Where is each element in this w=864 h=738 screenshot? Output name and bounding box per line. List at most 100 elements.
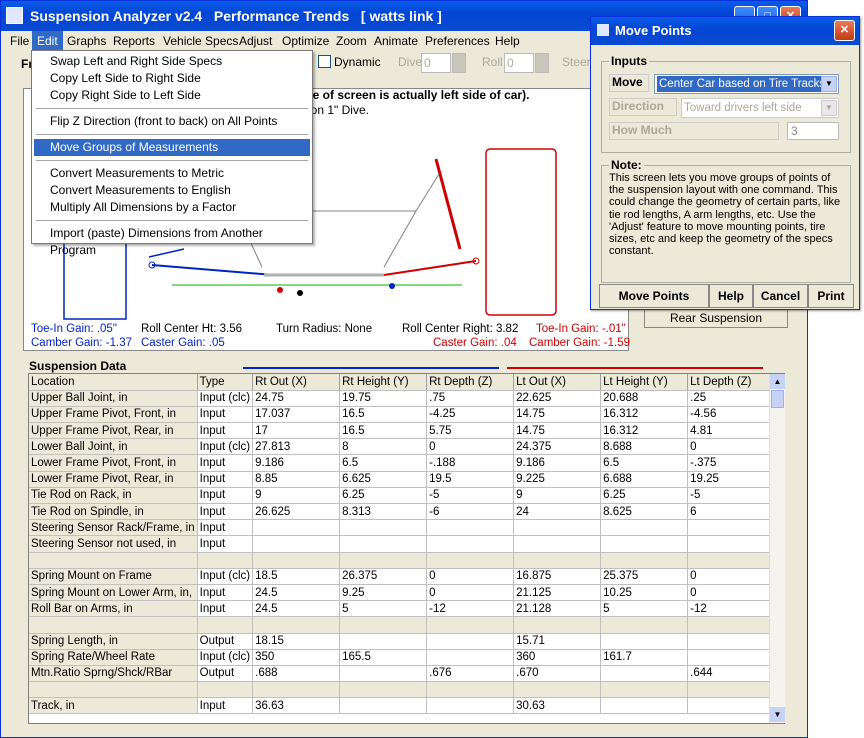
data-cell[interactable]: [600, 681, 689, 699]
data-cell[interactable]: [687, 649, 776, 666]
data-cell[interactable]: 10.25: [600, 584, 689, 602]
data-cell[interactable]: -5: [426, 487, 515, 505]
roll-input[interactable]: 0: [504, 53, 534, 73]
print-button[interactable]: Print: [808, 284, 854, 308]
data-cell[interactable]: [513, 535, 602, 553]
data-cell[interactable]: 0: [426, 438, 515, 456]
data-cell[interactable]: [426, 519, 515, 537]
rear-suspension-button[interactable]: Rear Suspension: [644, 308, 788, 328]
data-cell[interactable]: [339, 681, 428, 699]
data-cell[interactable]: [600, 535, 689, 553]
menu-zoom[interactable]: Zoom: [336, 34, 367, 48]
data-cell[interactable]: 8: [339, 438, 428, 456]
column-header[interactable]: Lt Depth (Z): [687, 374, 776, 391]
data-cell[interactable]: [513, 552, 602, 569]
menu-help[interactable]: Help: [495, 34, 520, 48]
data-cell[interactable]: 6.25: [339, 487, 428, 505]
data-cell[interactable]: .644: [687, 665, 776, 683]
cancel-button[interactable]: Cancel: [753, 284, 808, 308]
data-cell[interactable]: 5.75: [426, 422, 515, 440]
data-cell[interactable]: 0: [687, 438, 776, 456]
menu-item-move-groups[interactable]: Move Groups of Measurements: [50, 139, 218, 156]
data-cell[interactable]: -.375: [687, 454, 776, 472]
data-cell[interactable]: [600, 552, 689, 569]
data-cell[interactable]: [687, 616, 776, 634]
data-cell[interactable]: [426, 616, 515, 634]
data-cell[interactable]: -12: [426, 600, 515, 618]
data-cell[interactable]: 350: [252, 649, 341, 666]
data-cell[interactable]: [339, 665, 428, 683]
data-cell[interactable]: 14.75: [513, 422, 602, 440]
menu-item-multiply[interactable]: Multiply All Dimensions by a Factor: [50, 199, 236, 216]
menu-item-copy-left-to-right[interactable]: Copy Left Side to Right Side: [50, 70, 201, 87]
data-cell[interactable]: -5: [687, 487, 776, 505]
column-header[interactable]: Location: [29, 374, 198, 391]
data-cell[interactable]: [513, 681, 602, 699]
data-cell[interactable]: 5: [600, 600, 689, 618]
data-cell[interactable]: 9: [252, 487, 341, 505]
menu-reports[interactable]: Reports: [113, 34, 155, 48]
data-cell[interactable]: 14.75: [513, 406, 602, 424]
data-cell[interactable]: .670: [513, 665, 602, 683]
chevron-down-icon[interactable]: ▼: [821, 76, 837, 92]
data-cell[interactable]: [252, 616, 341, 634]
data-cell[interactable]: [426, 535, 515, 553]
menu-item-convert-english[interactable]: Convert Measurements to English: [50, 182, 231, 199]
data-cell[interactable]: 0: [426, 584, 515, 602]
data-cell[interactable]: 21.125: [513, 584, 602, 602]
data-cell[interactable]: -.188: [426, 454, 515, 472]
data-cell[interactable]: 5: [339, 600, 428, 618]
menu-item-flip-z[interactable]: Flip Z Direction (front to back) on All …: [50, 113, 277, 130]
data-cell[interactable]: [600, 665, 689, 683]
menu-animate[interactable]: Animate: [374, 34, 418, 48]
data-cell[interactable]: 360: [513, 649, 602, 666]
data-cell[interactable]: 6.25: [600, 487, 689, 505]
data-cell[interactable]: [339, 535, 428, 553]
dialog-title-bar[interactable]: Move Points ✕: [591, 17, 859, 45]
data-cell[interactable]: [426, 552, 515, 569]
data-cell[interactable]: [600, 616, 689, 634]
data-cell[interactable]: [600, 633, 689, 650]
direction-select[interactable]: Toward drivers left side ▼: [681, 98, 839, 118]
data-cell[interactable]: 15.71: [513, 633, 602, 650]
data-cell[interactable]: 19.75: [339, 390, 428, 407]
data-cell[interactable]: 18.15: [252, 633, 341, 650]
menu-edit[interactable]: Edit: [32, 31, 63, 51]
scroll-up-icon[interactable]: ▲: [770, 374, 785, 389]
data-cell[interactable]: 26.375: [339, 568, 428, 585]
data-cell[interactable]: [426, 649, 515, 666]
column-header[interactable]: Rt Height (Y): [339, 374, 428, 391]
data-cell[interactable]: -6: [426, 503, 515, 521]
data-cell[interactable]: [513, 519, 602, 537]
data-cell[interactable]: 16.5: [339, 406, 428, 424]
data-cell[interactable]: [687, 519, 776, 537]
suspension-data-grid[interactable]: Location Type Rt Out (X) Rt Height (Y) Rt De…: [28, 373, 785, 724]
data-cell[interactable]: 0: [687, 568, 776, 585]
data-cell[interactable]: 16.312: [600, 406, 689, 424]
data-cell[interactable]: 6.688: [600, 471, 689, 488]
dialog-close-icon[interactable]: ✕: [834, 20, 855, 41]
menu-item-convert-metric[interactable]: Convert Measurements to Metric: [50, 165, 224, 182]
column-header[interactable]: Rt Depth (Z): [426, 374, 515, 391]
data-cell[interactable]: [339, 519, 428, 537]
data-cell[interactable]: .25: [687, 390, 776, 407]
data-cell[interactable]: 6.5: [339, 454, 428, 472]
data-cell[interactable]: -12: [687, 600, 776, 618]
menu-file[interactable]: File: [10, 34, 29, 48]
data-cell[interactable]: 8.313: [339, 503, 428, 521]
menu-preferences[interactable]: Preferences: [425, 34, 490, 48]
data-cell[interactable]: 16.5: [339, 422, 428, 440]
help-button[interactable]: Help: [709, 284, 753, 308]
chevron-down-icon[interactable]: ▼: [821, 100, 837, 116]
data-cell[interactable]: [687, 535, 776, 553]
data-cell[interactable]: [339, 552, 428, 569]
data-cell[interactable]: 36.63: [252, 697, 341, 715]
menu-adjust[interactable]: Adjust: [239, 34, 272, 48]
data-cell[interactable]: [426, 681, 515, 699]
data-cell[interactable]: 19.25: [687, 471, 776, 488]
menu-item-swap[interactable]: Swap Left and Right Side Specs: [50, 53, 222, 70]
data-cell[interactable]: 9.225: [513, 471, 602, 488]
data-cell[interactable]: 25.375: [600, 568, 689, 585]
data-cell[interactable]: [252, 535, 341, 553]
data-cell[interactable]: 9.25: [339, 584, 428, 602]
